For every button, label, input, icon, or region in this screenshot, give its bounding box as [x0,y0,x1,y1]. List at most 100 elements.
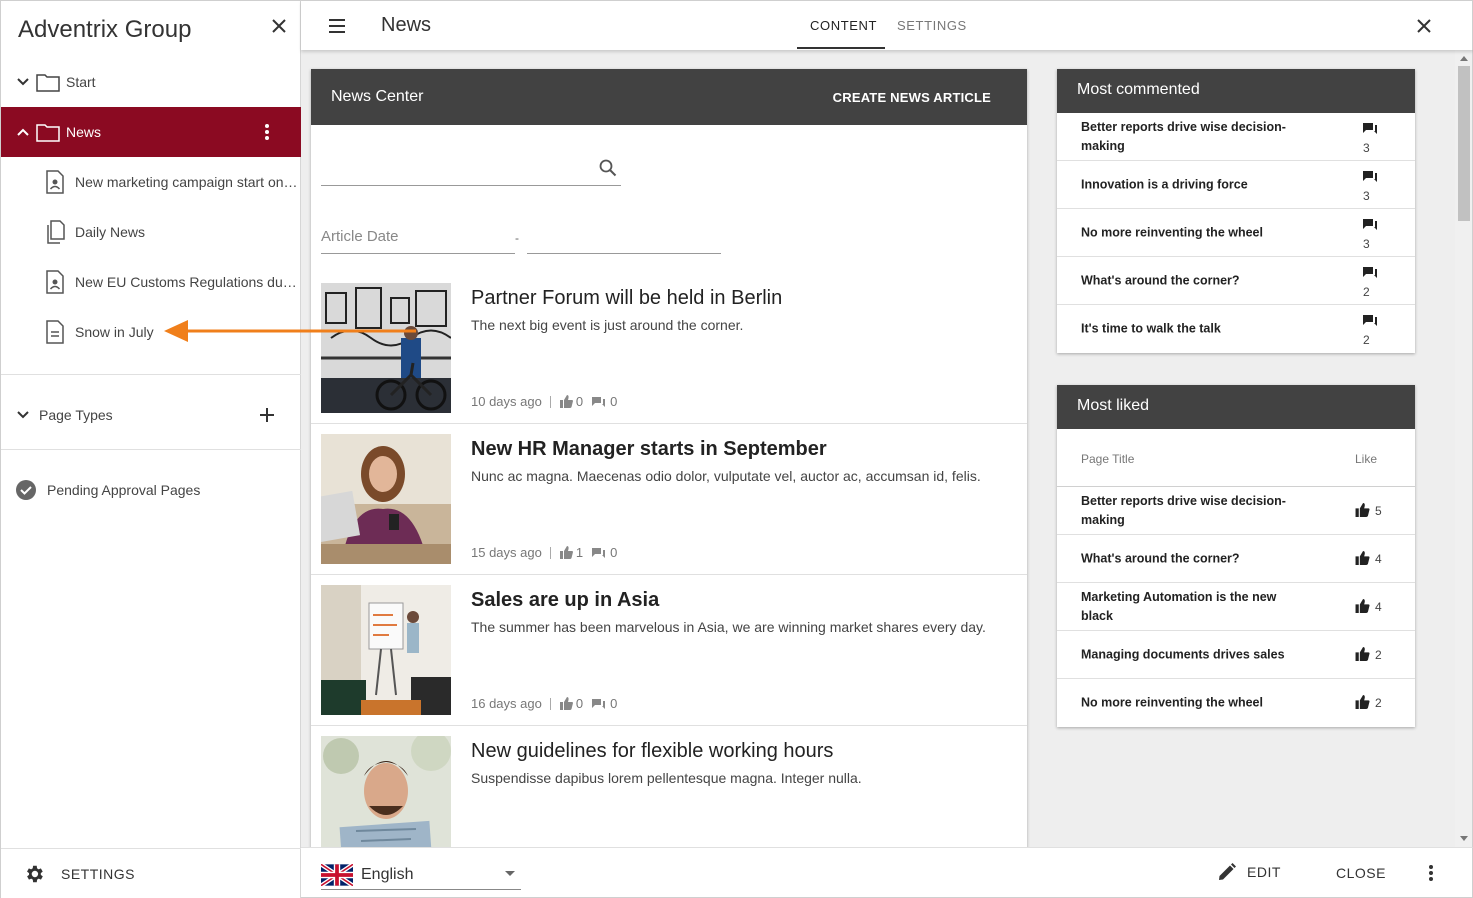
list-item[interactable]: No more reinventing the wheel 3 [1057,209,1415,257]
close-button[interactable]: CLOSE [1336,865,1386,881]
comments-icon [592,547,606,558]
article-title[interactable]: Partner Forum will be held in Berlin [471,287,782,310]
tab-content[interactable]: CONTENT [810,18,877,33]
list-item-title[interactable]: Better reports drive wise decision-makin… [1081,118,1311,156]
search-input[interactable] [321,153,621,186]
language-select[interactable]: English [321,860,521,890]
article-item[interactable]: New guidelines for flexible working hour… [311,726,1027,847]
thumb-up-icon [559,395,573,408]
top-bar: News CONTENT SETTINGS [301,0,1473,50]
list-item[interactable]: What's around the corner? 2 [1057,257,1415,305]
tree-item-start[interactable]: Start [1,57,301,107]
content-area: News Center CREATE NEWS ARTICLE Article … [301,50,1455,847]
comment-count: 3 [1363,189,1370,203]
tree-item-label: News [66,124,102,140]
scroll-up-arrow-icon[interactable] [1460,56,1468,61]
edit-label: EDIT [1247,864,1281,880]
edit-button[interactable]: EDIT [1217,862,1281,882]
page-types-section[interactable]: Page Types [1,390,301,440]
table-row[interactable]: Marketing Automation is the new black 4 [1057,583,1415,631]
settings-button[interactable]: SETTINGS [1,848,301,898]
divider [1,449,301,450]
list-item[interactable]: Innovation is a driving force 3 [1057,161,1415,209]
comments-icon [592,698,606,709]
like-count: 4 [1375,552,1382,566]
news-center-panel: News Center CREATE NEWS ARTICLE Article … [311,69,1027,847]
article-thumbnail [321,585,451,715]
close-icon[interactable] [269,16,289,36]
article-item[interactable]: Partner Forum will be held in Berlin The… [311,273,1027,424]
tree-item-news[interactable]: News [1,107,301,157]
list-item[interactable]: Better reports drive wise decision-makin… [1057,113,1415,161]
selected-language: English [361,865,414,883]
article-likes: 1 [559,545,583,560]
chevron-up-icon[interactable] [16,125,30,139]
tab-settings[interactable]: SETTINGS [897,18,967,33]
pending-approval-pages[interactable]: Pending Approval Pages [1,465,301,515]
article-age: 16 days ago [471,696,542,711]
article-meta: 16 days ago 0 0 [471,696,625,711]
pencil-icon [1219,863,1236,880]
article-comments: 0 [591,394,617,409]
scroll-down-arrow-icon[interactable] [1460,836,1468,841]
list-item[interactable]: It's time to walk the talk 2 [1057,305,1415,353]
more-vert-icon[interactable] [1421,863,1441,883]
vertical-scrollbar[interactable] [1455,50,1473,847]
comments-icon [1363,219,1377,230]
column-header-page-title[interactable]: Page Title [1081,452,1134,466]
row-title[interactable]: Managing documents drives sales [1081,645,1311,664]
article-item[interactable]: Sales are up in Asia The summer has been… [311,575,1027,726]
comments-icon [1363,267,1377,278]
chevron-down-icon[interactable] [16,75,30,89]
folder-icon [36,74,60,92]
article-title[interactable]: Sales are up in Asia [471,589,659,612]
like-count: 1 [575,545,584,560]
check-circle-icon [16,480,36,500]
add-icon[interactable] [257,405,277,425]
chevron-down-icon[interactable] [16,408,30,422]
site-title: Adventrix Group [18,16,192,43]
article-thumbnail [321,736,451,847]
create-news-article-button[interactable]: CREATE NEWS ARTICLE [833,90,991,105]
table-row[interactable]: No more reinventing the wheel 2 [1057,679,1415,727]
table-row[interactable]: Better reports drive wise decision-makin… [1057,487,1415,535]
article-comments: 0 [591,545,617,560]
list-item-title[interactable]: It's time to walk the talk [1081,320,1311,339]
search-icon[interactable] [599,159,617,177]
comment-count: 0 [610,696,618,711]
row-title[interactable]: What's around the corner? [1081,549,1311,568]
more-vert-icon[interactable] [257,122,277,142]
close-icon[interactable] [1414,16,1434,36]
list-item-title[interactable]: What's around the corner? [1081,271,1311,290]
page-item[interactable]: Daily News [1,207,301,257]
documents-icon [47,220,65,244]
list-item-title[interactable]: Innovation is a driving force [1081,175,1311,194]
article-title[interactable]: New guidelines for flexible working hour… [471,740,833,763]
like-count: 0 [575,696,584,711]
row-title[interactable]: Marketing Automation is the new black [1081,588,1311,626]
thumb-up-icon [1355,647,1370,661]
menu-icon[interactable] [327,16,347,36]
dropdown-arrow-icon[interactable] [505,871,515,876]
article-age: 15 days ago [471,545,542,560]
article-description: Suspendisse dapibus lorem pellentesque m… [471,770,862,786]
bottom-bar: English EDIT CLOSE [301,847,1473,898]
page-item[interactable]: New marketing campaign start on … [1,157,301,207]
row-title[interactable]: No more reinventing the wheel [1081,694,1311,713]
comment-count: 3 [1363,141,1370,155]
table-row[interactable]: What's around the corner? 4 [1057,535,1415,583]
scroll-thumb[interactable] [1458,66,1470,221]
thumb-up-icon [1355,599,1370,613]
settings-label: SETTINGS [61,866,136,882]
table-row[interactable]: Managing documents drives sales 2 [1057,631,1415,679]
article-item[interactable]: New HR Manager starts in September Nunc … [311,424,1027,575]
news-center-title: News Center [331,88,424,105]
article-date-from[interactable]: Article Date [321,224,515,254]
article-date-to[interactable] [527,224,721,254]
page-item[interactable]: New EU Customs Regulations due … [1,257,301,307]
column-header-like[interactable]: Like [1355,452,1377,466]
sidebar: Adventrix Group Start News New marketing… [0,0,301,898]
article-title[interactable]: New HR Manager starts in September [471,438,827,461]
row-title[interactable]: Better reports drive wise decision-makin… [1081,492,1311,530]
list-item-title[interactable]: No more reinventing the wheel [1081,223,1311,242]
